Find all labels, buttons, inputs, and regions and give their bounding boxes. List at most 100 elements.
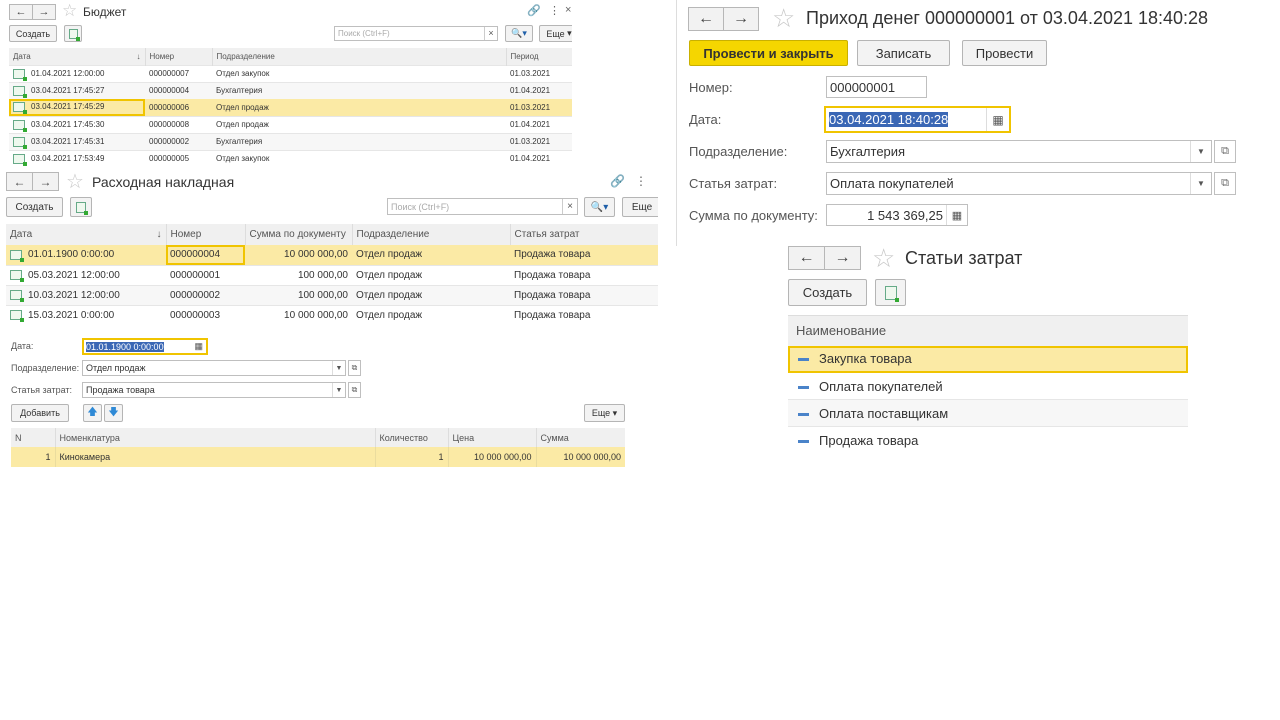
more-button[interactable]: Еще [622,197,658,217]
window-title: Приход денег 000000001 от 03.04.2021 18:… [806,8,1209,28]
copy-document-button[interactable] [70,197,92,217]
column-header-n[interactable]: N [11,428,56,447]
move-up-button[interactable]: 🡅 [83,404,102,422]
open-icon[interactable]: ⧉ [348,382,361,398]
back-button[interactable]: ← [788,246,825,270]
cost-item-field[interactable]: Продажа товара ▼ [82,382,346,398]
favorite-star-icon[interactable]: ☆ [772,3,795,34]
link-icon[interactable]: 🔗 [610,174,625,188]
open-icon[interactable]: ⧉ [1214,140,1236,163]
post-and-close-button[interactable]: Провести и закрыть [689,40,848,66]
search-placeholder: Поиск (Ctrl+F) [391,201,450,212]
column-header-department[interactable]: Подразделение [352,224,511,245]
goods-table: N Номенклатура Количество Цена Сумма 1 К… [11,428,625,467]
column-header-period[interactable]: Период [506,48,572,65]
more-label: Еще [546,28,565,39]
forward-button[interactable]: → [32,4,56,20]
forward-button[interactable]: → [723,7,759,31]
move-down-button[interactable]: 🡇 [104,404,123,422]
table-row-selected[interactable]: 01.01.1900 0:00:00 000000004 10 000 000,… [6,245,658,265]
column-header-sum[interactable]: Сумма по документу [245,224,353,245]
search-button[interactable]: 🔍▾ [505,25,533,42]
forward-button[interactable]: → [824,246,861,270]
table-row-selected[interactable]: 03.04.2021 17:45:29 000000006 Отдел прода… [9,99,572,116]
chevron-down-icon[interactable]: ▼ [332,361,345,375]
column-header-sum[interactable]: Сумма [536,428,625,447]
document-posted-icon [13,119,27,132]
column-header-product[interactable]: Номенклатура [55,428,376,447]
column-header-cost-item[interactable]: Статья затрат [510,224,658,245]
expense-window: ← → ☆ Расходная накладная 🔗 ⋮ Создать По… [0,168,658,478]
column-header-quantity[interactable]: Количество [375,428,449,447]
catalog-item-icon [798,439,809,443]
table-row[interactable]: 01.04.2021 12:00:00 000000007 Отдел закуп… [9,65,572,82]
post-button[interactable]: Провести [962,40,1047,66]
number-field[interactable]: 000000001 [826,76,927,98]
copy-document-button[interactable] [875,279,906,306]
search-placeholder: Поиск (Ctrl+F) [338,29,390,38]
clear-search-icon[interactable]: × [484,27,497,40]
cost-item-field[interactable]: Оплата покупателей ▼ [826,172,1212,195]
table-row[interactable]: 15.03.2021 0:00:00 000000003 10 000 000,… [6,305,658,325]
calendar-icon[interactable]: ▦ [986,108,1009,131]
save-button[interactable]: Записать [857,40,950,66]
chevron-down-icon[interactable]: ▼ [1190,173,1211,194]
table-row[interactable]: 03.04.2021 17:45:27 000000004 Бухгалтерия… [9,82,572,99]
table-row[interactable]: 03.04.2021 17:45:31 000000002 Бухгалтерия… [9,133,572,150]
table-row[interactable]: 03.04.2021 17:53:49 000000005 Отдел закуп… [9,150,572,167]
search-input[interactable]: Поиск (Ctrl+F) × [387,198,578,215]
chevron-down-icon[interactable]: ▼ [1190,141,1211,162]
cost-item-value: Оплата покупателей [830,176,954,191]
open-icon[interactable]: ⧉ [348,360,361,376]
forward-button[interactable]: → [32,172,59,191]
date-field[interactable]: 03.04.2021 18:40:28 ▦ [824,106,1011,133]
create-button[interactable]: Создать [9,25,57,42]
create-button[interactable]: Создать [6,197,63,217]
table-row[interactable]: 05.03.2021 12:00:00 000000001 100 000,00… [6,265,658,285]
calculator-icon[interactable]: ▦ [946,205,967,225]
copy-document-icon [884,285,899,302]
department-field[interactable]: Бухгалтерия ▼ [826,140,1212,163]
back-button[interactable]: ← [9,4,33,20]
more-actions-icon[interactable]: ⋮ [549,4,560,17]
create-button[interactable]: Создать [788,279,867,306]
favorite-star-icon[interactable]: ☆ [66,169,84,194]
open-icon[interactable]: ⧉ [1214,172,1236,195]
copy-document-button[interactable] [64,25,82,42]
column-header-price[interactable]: Цена [448,428,537,447]
budget-window: ← → ☆ Бюджет 🔗 ⋮ × Создать Поиск (Ctrl+F… [0,0,572,168]
chevron-down-icon[interactable]: ▼ [332,383,345,397]
favorite-star-icon[interactable]: ☆ [62,1,77,21]
table-row-selected[interactable]: 1 Кинокамера 1 10 000 000,00 10 000 000,… [11,447,625,467]
table-row[interactable]: 03.04.2021 17:45:30 000000008 Отдел прода… [9,116,572,133]
column-header-number[interactable]: Номер [145,48,213,65]
calendar-icon[interactable]: ▦ [194,341,203,352]
column-header-date[interactable]: Дата ↓ [9,48,146,65]
sum-field[interactable]: 1 543 369,25 ▦ [826,204,968,226]
table-header: Дата ↓ Номер Подразделение Период [9,48,572,65]
back-button[interactable]: ← [688,7,724,31]
list-item[interactable]: Оплата покупателей [788,372,1188,400]
column-header-number[interactable]: Номер [166,224,246,245]
clear-search-icon[interactable]: × [562,199,577,214]
document-posted-icon [13,68,27,81]
date-field[interactable]: 01.01.1900 0:00:00 ▦ [82,338,208,355]
search-button[interactable]: 🔍▾ [584,197,615,217]
favorite-star-icon[interactable]: ☆ [872,246,895,274]
more-actions-icon[interactable]: ⋮ [635,174,647,188]
column-header-department[interactable]: Подразделение [212,48,507,65]
column-header-name[interactable]: Наименование [788,316,1188,346]
link-icon[interactable]: 🔗 [527,4,541,17]
more-button[interactable]: Еще ▾ [584,404,625,422]
list-item[interactable]: Оплата поставщикам [788,399,1188,427]
column-header-date[interactable]: Дата ↓ [6,224,167,245]
back-button[interactable]: ← [6,172,33,191]
close-icon[interactable]: × [565,4,571,16]
table-row-selected[interactable]: Закупка товара [788,345,1188,373]
search-input[interactable]: Поиск (Ctrl+F) × [334,26,498,41]
more-button[interactable]: Еще ▾ [539,25,572,42]
table-row[interactable]: 10.03.2021 12:00:00 000000002 100 000,00… [6,285,658,305]
list-item[interactable]: Продажа товара [788,426,1188,453]
add-button[interactable]: Добавить [11,404,69,422]
department-field[interactable]: Отдел продаж ▼ [82,360,346,376]
